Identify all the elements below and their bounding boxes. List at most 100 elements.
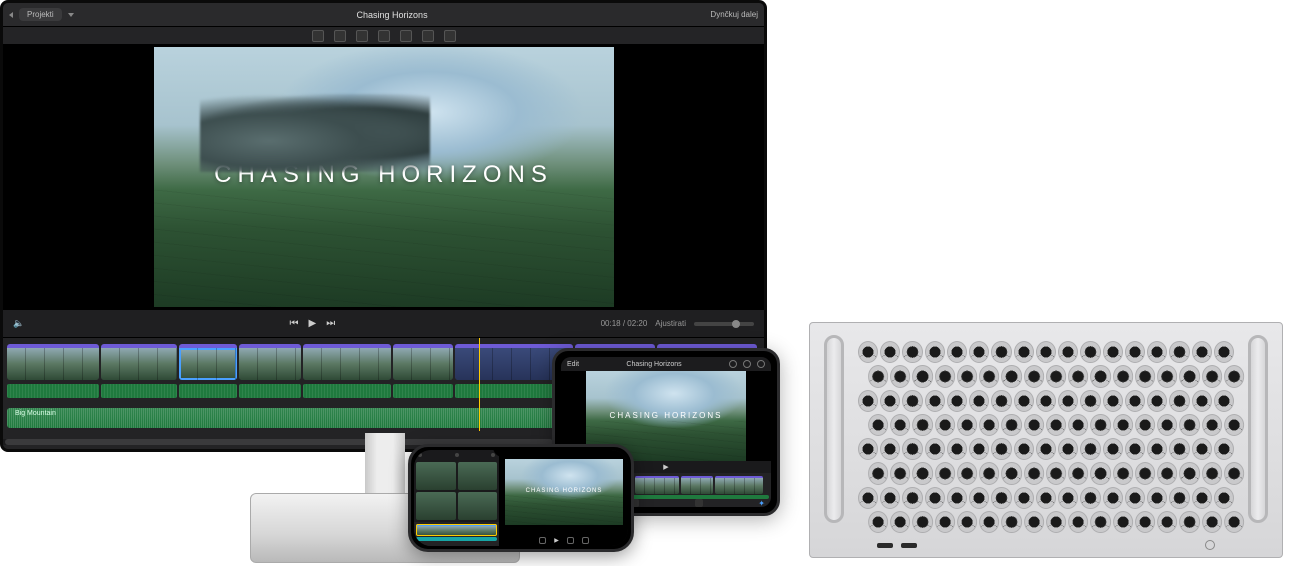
playhead[interactable] [479, 338, 480, 431]
crop-tool-icon[interactable] [356, 30, 368, 42]
iphone-video-preview[interactable]: CHASING HORIZONS [505, 459, 623, 525]
back-button[interactable]: Projekti [19, 8, 62, 21]
timeline-audio-clip[interactable] [303, 384, 391, 398]
viewer-panel: CHASING HORIZONS [3, 45, 764, 309]
lattice-hole [1090, 365, 1110, 387]
ipad-back-button[interactable]: Edit [567, 361, 579, 368]
settings-button[interactable]: Ajustirati [655, 319, 686, 328]
lattice-hole [1080, 438, 1100, 460]
iphone-controls: ▶ [500, 534, 628, 546]
lattice-hole [1068, 462, 1088, 484]
video-title-overlay: CHASING HORIZONS [154, 161, 614, 189]
mac-pro-handle [824, 335, 844, 523]
media-thumbnail[interactable] [458, 492, 498, 520]
lattice-hole [1157, 365, 1177, 387]
back-chevron-icon[interactable] [9, 12, 13, 18]
timeline-audio-clip[interactable] [7, 384, 99, 398]
iphone-close-icon[interactable] [418, 453, 422, 457]
speed-tool-icon[interactable] [422, 30, 434, 42]
lattice-hole [979, 414, 999, 436]
imovie-toolbar [3, 27, 764, 45]
lattice-hole [902, 390, 922, 412]
timeline-audio-clip[interactable] [239, 384, 301, 398]
iphone-timeline[interactable] [414, 522, 499, 546]
timeline-clip[interactable] [239, 344, 301, 380]
lattice-hole [1103, 341, 1123, 363]
imovie-title-bar: Projekti Chasing Horizons Dynčkuj dalej [3, 3, 764, 27]
volume-icon[interactable]: 🔈 [13, 318, 24, 329]
iphone-play-icon[interactable]: ▶ [554, 537, 559, 544]
lattice-hole [1214, 438, 1234, 460]
skip-forward-icon[interactable]: ⏭ [326, 318, 335, 329]
play-icon[interactable]: ▶ [309, 318, 317, 329]
lattice-hole [957, 365, 977, 387]
ipad-help-icon[interactable] [743, 360, 751, 368]
mac-pro-handle [1248, 335, 1268, 523]
iphone-media-browser[interactable] [414, 460, 499, 522]
media-thumbnail[interactable] [416, 492, 456, 520]
ipad-project-title: Chasing Horizons [626, 361, 681, 368]
lattice-hole [902, 487, 922, 509]
skip-back-icon[interactable]: ⏮ [290, 318, 299, 329]
iphone-skip-back-icon[interactable] [539, 537, 546, 544]
ipad-text-icon[interactable] [695, 499, 703, 507]
media-thumbnail[interactable] [416, 462, 456, 490]
share-button[interactable]: Dynčkuj dalej [710, 10, 758, 19]
mac-pro-lattice [858, 341, 1234, 533]
ipad-share-icon[interactable] [757, 360, 765, 368]
ipad-timeline-clip[interactable] [635, 476, 679, 494]
zoom-slider[interactable] [694, 322, 754, 326]
lattice-hole [1214, 341, 1234, 363]
project-dropdown-icon[interactable] [68, 13, 74, 17]
iphone-menu-icon[interactable] [491, 453, 495, 457]
lattice-hole [1224, 462, 1244, 484]
iphone-skip-forward-icon[interactable] [567, 537, 574, 544]
lattice-hole [1014, 390, 1034, 412]
lattice-hole [1080, 341, 1100, 363]
lattice-hole [868, 511, 888, 533]
lattice-hole [1202, 414, 1222, 436]
timeline-clip[interactable] [101, 344, 177, 380]
lattice-hole [1125, 341, 1145, 363]
info-tool-icon[interactable] [444, 30, 456, 42]
lattice-hole [1068, 365, 1088, 387]
lattice-hole [1113, 414, 1133, 436]
lattice-hole [1103, 487, 1123, 509]
power-button-icon[interactable] [1205, 540, 1215, 550]
iphone-grid-icon[interactable] [455, 453, 459, 457]
ipad-undo-icon[interactable] [729, 360, 737, 368]
ipad-timeline-clip[interactable] [715, 476, 763, 494]
lattice-hole [1103, 390, 1123, 412]
lattice-hole [1192, 390, 1212, 412]
lattice-hole [1103, 438, 1123, 460]
timeline-audio-clip[interactable] [393, 384, 453, 398]
lattice-hole [1169, 438, 1189, 460]
lattice-hole [1135, 414, 1155, 436]
enhance-tool-icon[interactable] [312, 30, 324, 42]
iphone-clip[interactable] [416, 524, 497, 536]
iphone-fullscreen-icon[interactable] [582, 537, 589, 544]
timeline-audio-clip[interactable] [179, 384, 237, 398]
timeline-clip[interactable] [393, 344, 453, 380]
timeline-clip[interactable] [303, 344, 391, 380]
lattice-hole [1046, 365, 1066, 387]
timeline-clip[interactable] [179, 344, 237, 380]
timeline-audio-clip[interactable] [101, 384, 177, 398]
video-preview[interactable]: CHASING HORIZONS [154, 47, 614, 307]
ipad-effects-icon[interactable]: ✦ [758, 499, 765, 507]
lattice-hole [1179, 414, 1199, 436]
lattice-hole [925, 487, 945, 509]
lattice-hole [979, 462, 999, 484]
audio-tool-icon[interactable] [400, 30, 412, 42]
lattice-hole [1058, 487, 1078, 509]
media-thumbnail[interactable] [458, 462, 498, 490]
lattice-hole [868, 365, 888, 387]
ipad-timeline-clip[interactable] [681, 476, 713, 494]
iphone-audio-track[interactable] [416, 537, 497, 541]
lattice-hole [858, 390, 878, 412]
timeline-clip[interactable] [7, 344, 99, 380]
ipad-play-icon[interactable]: ▶ [663, 463, 668, 471]
lattice-hole [947, 438, 967, 460]
stabilize-tool-icon[interactable] [378, 30, 390, 42]
color-tool-icon[interactable] [334, 30, 346, 42]
